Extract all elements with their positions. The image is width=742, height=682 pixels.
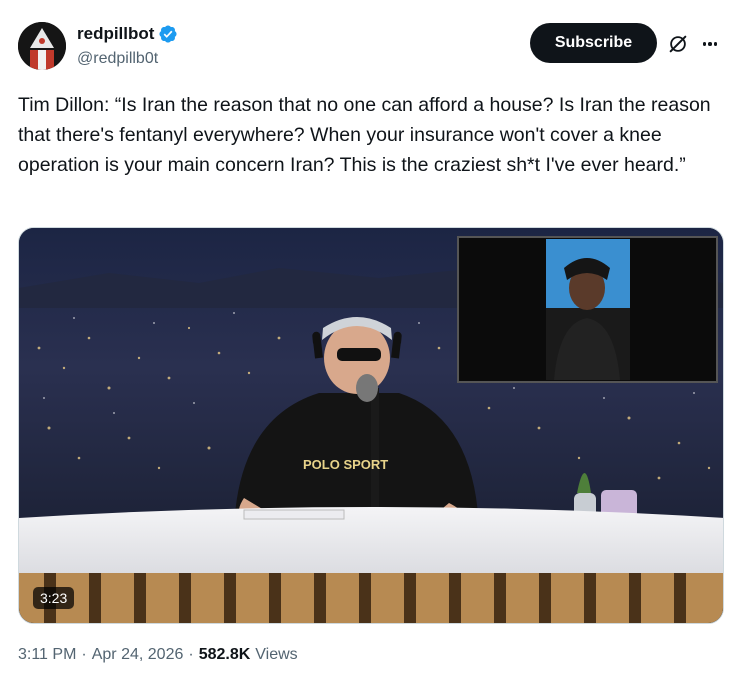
views-count: 582.8K	[198, 646, 251, 663]
grok-icon[interactable]	[667, 33, 689, 55]
video-thumbnail: POLO SPORT	[19, 228, 723, 623]
tweet-text: Tim Dillon: “Is Iran the reason that no …	[18, 94, 717, 176]
meta-separator: ·	[81, 646, 87, 663]
more-icon[interactable]	[699, 33, 721, 55]
subscribe-button[interactable]: Subscribe	[530, 23, 657, 63]
shirt-logo-text: POLO SPORT	[303, 457, 388, 472]
views-label: Views	[255, 646, 298, 663]
author-display-name[interactable]: redpillbot	[77, 24, 154, 44]
avatar[interactable]	[18, 22, 66, 70]
tweet-meta: 3:11 PM · Apr 24, 2026 · 582.8K Views	[18, 646, 298, 664]
avatar-image	[18, 22, 66, 70]
author-name-row[interactable]: redpillbot	[77, 24, 178, 44]
video-duration-badge: 3:23	[33, 587, 75, 609]
tweet-date[interactable]: Apr 24, 2026	[92, 646, 184, 664]
meta-separator: ·	[188, 646, 194, 663]
author-handle[interactable]: @redpillb0t	[77, 50, 158, 68]
tweet-time[interactable]: 3:11 PM	[18, 646, 76, 664]
verified-badge-icon	[159, 25, 177, 43]
video-player[interactable]: POLO SPORT 3:23	[18, 227, 724, 624]
